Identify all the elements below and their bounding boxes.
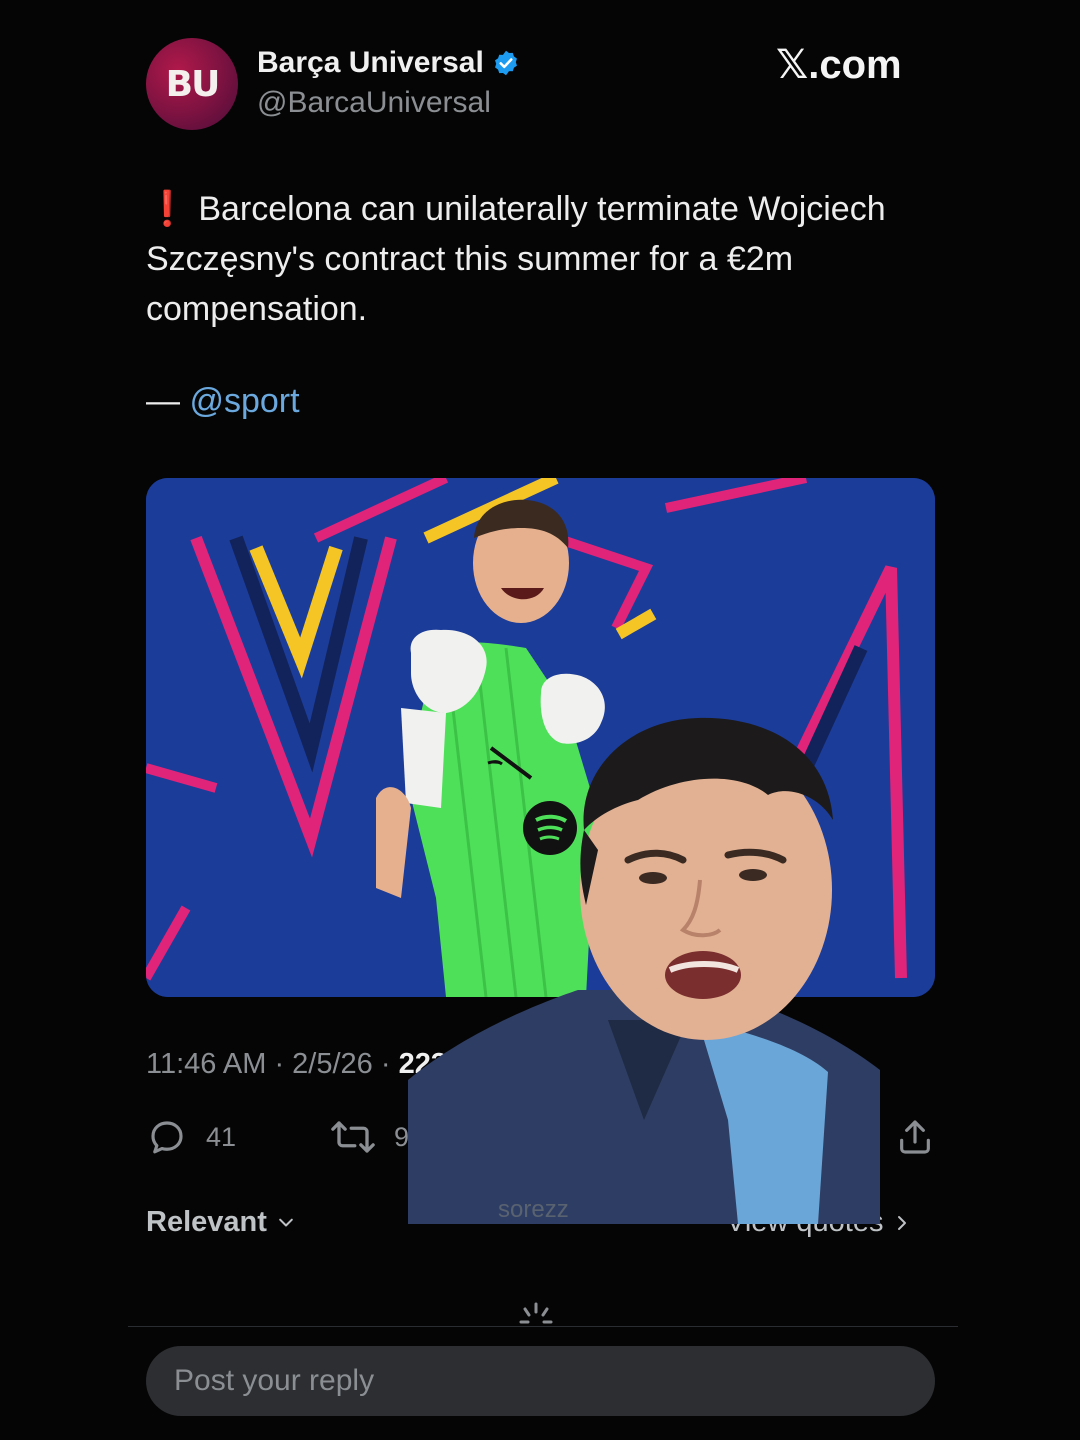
reply-composer[interactable] xyxy=(146,1346,935,1416)
tweet-text: ❗ Barcelona can unilaterally terminate Wo… xyxy=(146,184,946,334)
tweet-source: — @sport xyxy=(146,382,300,421)
repost-icon xyxy=(331,1121,375,1153)
author-avatar[interactable]: BU xyxy=(146,38,238,130)
creator-webcam-overlay xyxy=(408,700,880,1224)
verified-badge-icon xyxy=(494,50,517,76)
chevron-right-icon xyxy=(898,1215,907,1230)
meta-separator: · xyxy=(266,1048,293,1080)
author-display-name[interactable]: Barça Universal xyxy=(257,46,520,80)
chevron-down-icon xyxy=(279,1218,293,1226)
replies-sort-dropdown[interactable]: Relevant xyxy=(146,1206,299,1239)
avatar-initials: BU xyxy=(165,63,221,105)
alert-icon: ❗ xyxy=(146,190,189,228)
reply-divider xyxy=(128,1326,958,1327)
creator-video-frame xyxy=(408,717,880,1224)
sort-label: Relevant xyxy=(146,1206,267,1238)
author-handle[interactable]: @BarcaUniversal xyxy=(257,86,491,120)
share-icon xyxy=(900,1120,930,1154)
display-name-text: Barça Universal xyxy=(257,46,484,79)
tweet-time: 11:46 AM xyxy=(146,1048,267,1080)
source-prefix: — xyxy=(146,382,190,420)
creator-watermark: sorezz xyxy=(498,1196,569,1223)
tweet-body: Barcelona can unilaterally terminate Woj… xyxy=(146,190,886,328)
x-com-logo: 𝕏.com xyxy=(776,43,902,87)
reply-input[interactable] xyxy=(172,1363,876,1399)
share-button[interactable] xyxy=(895,1116,935,1158)
reply-button[interactable]: 41 xyxy=(146,1116,236,1158)
reply-count: 41 xyxy=(206,1121,237,1152)
tweet-date: 2/5/26 xyxy=(292,1048,373,1080)
source-mention-link[interactable]: @sport xyxy=(189,382,299,420)
reply-icon xyxy=(151,1121,183,1154)
meta-separator: · xyxy=(372,1048,399,1080)
